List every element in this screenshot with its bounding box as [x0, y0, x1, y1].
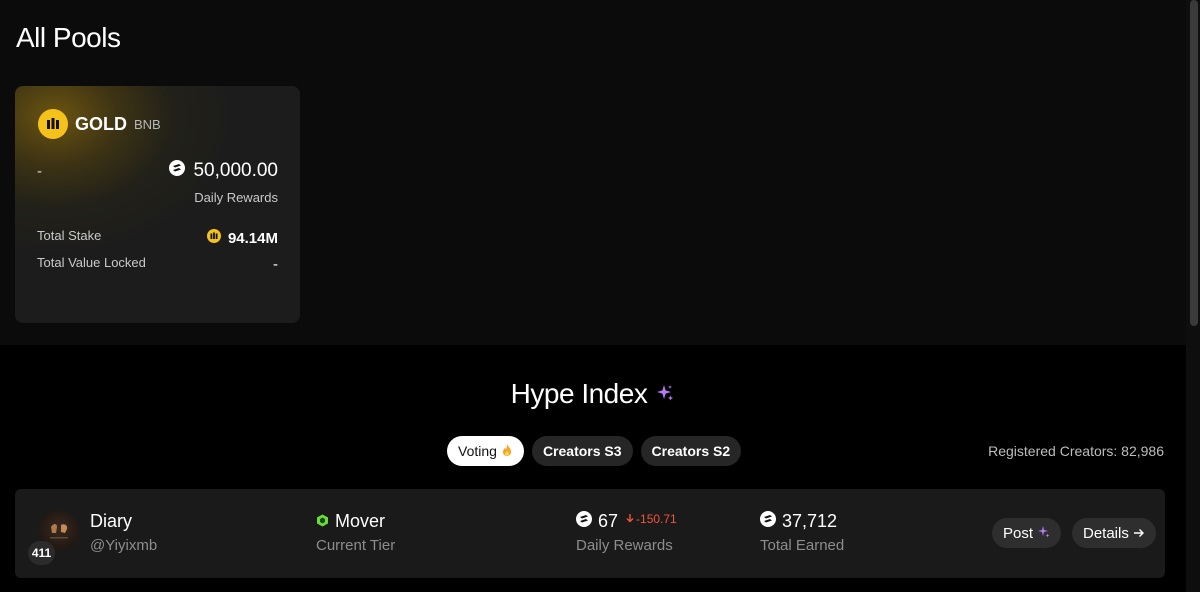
daily-rewards-count: 67: [598, 511, 619, 531]
scrollbar-thumb[interactable]: [1190, 0, 1198, 326]
arrow-right-icon: [1133, 525, 1145, 542]
tier-value: Mover: [316, 511, 385, 532]
tier-mover-icon: [316, 511, 329, 532]
daily-change: -150.71: [626, 512, 677, 526]
gold-token-small-icon: [206, 229, 221, 247]
rank-badge: 411: [28, 541, 55, 565]
total-earned-stat: 37,712: [760, 511, 837, 532]
hype-tabs: Voting Creators S3 Creators S2: [447, 436, 742, 466]
fire-icon: [501, 443, 513, 460]
arrow-down-icon: [626, 512, 634, 526]
tab-voting[interactable]: Voting: [447, 436, 524, 466]
creator-handle: @Yiyixmb: [90, 537, 158, 554]
total-stake-number: 94.14M: [227, 229, 278, 247]
daily-rewards-label: Daily Rewards: [576, 537, 673, 554]
hype-index-title: Hype Index: [0, 378, 1186, 410]
total-earned-value: 37,712: [782, 511, 838, 531]
tvl-label: Total Value Locked: [37, 255, 146, 270]
daily-rewards-value: 50,000.00: [169, 160, 278, 182]
details-button-label: Details: [1083, 524, 1129, 542]
scrollbar[interactable]: [1186, 0, 1200, 592]
gold-token-icon: [38, 109, 68, 139]
post-button[interactable]: Post: [992, 518, 1062, 548]
sparkle-icon: [655, 378, 675, 410]
tier-name: Mover: [335, 511, 386, 531]
tier-label: Current Tier: [316, 537, 396, 554]
reward-token-icon: [760, 511, 776, 532]
daily-rewards-label: Daily Rewards: [194, 190, 278, 205]
pool-apr: -: [37, 163, 42, 180]
pool-chain: BNB: [134, 117, 161, 132]
sparkle-icon: [1037, 525, 1050, 542]
daily-rewards-number: 50,000.00: [193, 160, 278, 181]
total-stake-label: Total Stake: [37, 228, 102, 243]
details-button[interactable]: Details: [1072, 518, 1156, 548]
post-button-label: Post: [1003, 524, 1034, 542]
registered-creators: Registered Creators: 82,986: [988, 443, 1164, 459]
daily-rewards-stat: 67 -150.71: [576, 511, 677, 532]
creator-row[interactable]: 411 Diary @Yiyixmb Mover Current Tier 67: [15, 489, 1165, 578]
tvl-value: -: [273, 256, 278, 273]
reward-token-icon: [169, 160, 186, 182]
daily-change-value: -150.71: [636, 511, 677, 526]
reward-token-icon: [576, 511, 592, 532]
hype-index-title-text: Hype Index: [510, 378, 648, 409]
tab-creators-s2[interactable]: Creators S2: [640, 436, 742, 466]
pool-card-gold[interactable]: GOLD BNB - 50,000.00 Daily Rewards Total…: [15, 86, 300, 323]
pool-name: GOLD: [75, 114, 127, 134]
total-stake-value: 94.14M: [206, 229, 278, 247]
creator-name[interactable]: Diary: [90, 511, 132, 532]
page-title: All Pools: [16, 22, 121, 53]
tab-voting-label: Voting: [458, 443, 497, 459]
total-earned-label: Total Earned: [760, 537, 845, 554]
tab-creators-s3[interactable]: Creators S3: [531, 436, 633, 466]
